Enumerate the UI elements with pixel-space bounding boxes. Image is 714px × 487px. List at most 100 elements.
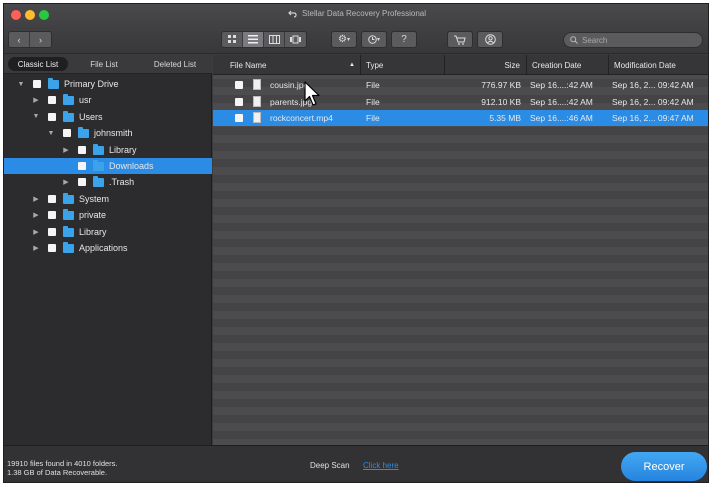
- folder-icon: [63, 110, 74, 122]
- tree-item-checkbox[interactable]: [78, 178, 86, 187]
- disclosure-expanded-icon[interactable]: ▼: [47, 130, 55, 137]
- undo-arrow-icon: [288, 10, 297, 18]
- gear-icon[interactable]: ⚙ ▾: [331, 31, 357, 48]
- tree-item-checkbox[interactable]: [78, 145, 86, 154]
- column-file-name[interactable]: File Name ▲: [213, 55, 361, 75]
- data-recoverable-text: 1.38 GB of Data Recoverable.: [7, 468, 108, 477]
- deep-scan-label: Deep Scan: [310, 461, 350, 470]
- tree-item-label: johnsmith: [94, 128, 133, 139]
- tree-item[interactable]: ▶ Library: [4, 142, 212, 158]
- tree-item[interactable]: ▶ Library: [4, 224, 212, 240]
- list-icon[interactable]: [243, 32, 264, 47]
- file-list-header: File Name ▲ Type Size Creation Date Modi…: [213, 55, 708, 75]
- status-bar: 19910 files found in 4010 folders. 1.38 …: [4, 445, 708, 482]
- tree-item-label: .Trash: [109, 177, 135, 188]
- disclosure-collapsed-icon[interactable]: ▶: [32, 228, 40, 236]
- tree-item-label: Applications: [79, 243, 128, 253]
- disclosure-collapsed-icon[interactable]: ▶: [32, 96, 40, 104]
- disclosure-collapsed-icon[interactable]: ▶: [32, 195, 40, 203]
- tree-item-label: Users: [79, 111, 103, 122]
- tree-item[interactable]: ▶ usr: [4, 92, 212, 108]
- view-mode-switcher: [221, 31, 307, 48]
- column-creation-date-label: Creation Date: [532, 60, 582, 70]
- file-modified-cell: Sep 16, 2... 09:47 AM: [612, 113, 694, 123]
- folder-tree-pane: Classic List File List Deleted List ▼ Pri…: [4, 55, 212, 445]
- coverflow-icon[interactable]: [285, 32, 306, 47]
- cart-icon[interactable]: [447, 31, 473, 48]
- tab-file-list[interactable]: File List: [68, 57, 140, 71]
- disclosure-expanded-icon[interactable]: ▼: [17, 81, 25, 88]
- tree-item-label: private: [79, 210, 107, 221]
- tab-deleted-list[interactable]: Deleted List: [140, 57, 210, 71]
- folder-icon: [78, 127, 89, 139]
- tree-item-checkbox[interactable]: [78, 162, 86, 170]
- clock-icon[interactable]: ▾: [361, 31, 387, 48]
- folder-icon: [63, 94, 74, 106]
- column-size[interactable]: Size: [445, 55, 527, 75]
- recover-button[interactable]: Recover: [621, 452, 707, 481]
- tree-item[interactable]: ▶ System: [4, 191, 212, 207]
- tree-item-checkbox[interactable]: [48, 194, 56, 203]
- user-icon[interactable]: [477, 31, 503, 48]
- column-creation-date[interactable]: Creation Date: [527, 55, 609, 75]
- window-title-container: Stellar Data Recovery Professional: [4, 9, 708, 18]
- column-type[interactable]: Type: [361, 55, 445, 75]
- file-row-checkbox[interactable]: [235, 97, 243, 106]
- file-modified-cell: Sep 16, 2... 09:42 AM: [612, 80, 694, 90]
- chevron-left-icon[interactable]: ‹: [9, 32, 30, 47]
- tab-classic-list[interactable]: Classic List: [8, 57, 68, 71]
- disclosure-collapsed-icon[interactable]: ▶: [62, 146, 70, 154]
- tree-item-checkbox[interactable]: [48, 211, 56, 220]
- tree-item-checkbox[interactable]: [33, 80, 41, 88]
- file-icon: [253, 112, 261, 123]
- deep-scan-link[interactable]: Click here: [363, 461, 399, 470]
- tree-item[interactable]: ▶ .Trash: [4, 174, 212, 190]
- tree-item[interactable]: ▼ Primary Drive: [4, 76, 212, 92]
- tree-item-label: Library: [79, 226, 107, 237]
- search-placeholder: Search: [582, 35, 608, 45]
- tree-item[interactable]: ▼ Users: [4, 109, 212, 125]
- column-modification-date-label: Modification Date: [614, 60, 676, 70]
- column-modification-date[interactable]: Modification Date: [609, 55, 708, 75]
- columns-icon[interactable]: [264, 32, 285, 47]
- folder-icon: [48, 78, 59, 89]
- folder-icon: [63, 242, 74, 253]
- file-size-cell: 912.10 KB: [481, 96, 521, 107]
- tree-item-checkbox[interactable]: [48, 96, 56, 105]
- disclosure-expanded-icon[interactable]: ▼: [32, 113, 40, 120]
- tree-item[interactable]: ▶ Applications: [4, 240, 212, 256]
- file-icon: [253, 95, 261, 107]
- folder-icon: [93, 143, 104, 155]
- file-modified-cell: Sep 16, 2... 09:42 AM: [612, 96, 694, 107]
- file-row[interactable]: rockconcert.mp4 File 5.35 MB Sep 16....:46 …: [213, 110, 708, 126]
- tree-item-checkbox[interactable]: [48, 112, 56, 121]
- file-icon: [253, 79, 261, 90]
- grid-icon[interactable]: [222, 32, 243, 47]
- file-row[interactable]: cousin.jpg File 776.97 KB Sep 16....:42 AM S…: [213, 77, 708, 93]
- tree-item-checkbox[interactable]: [63, 129, 71, 138]
- column-type-label: Type: [366, 60, 384, 70]
- file-created-cell: Sep 16....:46 AM: [530, 113, 593, 123]
- tree-item-checkbox[interactable]: [48, 227, 56, 236]
- tree-item[interactable]: ▶ private: [4, 207, 212, 223]
- folder-icon: [93, 176, 104, 188]
- file-row-checkbox[interactable]: [235, 114, 243, 122]
- help-button[interactable]: ?: [391, 31, 417, 48]
- tree-item-checkbox[interactable]: [48, 244, 56, 252]
- disclosure-collapsed-icon[interactable]: ▶: [62, 178, 70, 186]
- file-created-cell: Sep 16....:42 AM: [530, 96, 593, 107]
- file-row[interactable]: parents.jpg File 912.10 KB Sep 16....:42 AM…: [213, 94, 708, 110]
- disclosure-collapsed-icon[interactable]: ▶: [32, 244, 40, 252]
- disclosure-collapsed-icon[interactable]: ▶: [32, 211, 40, 219]
- tree-item[interactable]: Downloads: [4, 158, 212, 174]
- app-window: Stellar Data Recovery Professional ‹ › ⚙…: [3, 3, 709, 483]
- chevron-right-icon[interactable]: ›: [30, 32, 51, 47]
- file-type-cell: File: [366, 80, 380, 90]
- search-input[interactable]: Search: [563, 32, 703, 48]
- tree-item[interactable]: ▼ johnsmith: [4, 125, 212, 141]
- column-size-label: Size: [504, 60, 520, 70]
- file-row-checkbox[interactable]: [235, 81, 243, 89]
- tree-item-label: Primary Drive: [64, 79, 119, 89]
- file-list-pane: File Name ▲ Type Size Creation Date Modi…: [213, 55, 708, 445]
- mouse-cursor-icon: [304, 81, 320, 106]
